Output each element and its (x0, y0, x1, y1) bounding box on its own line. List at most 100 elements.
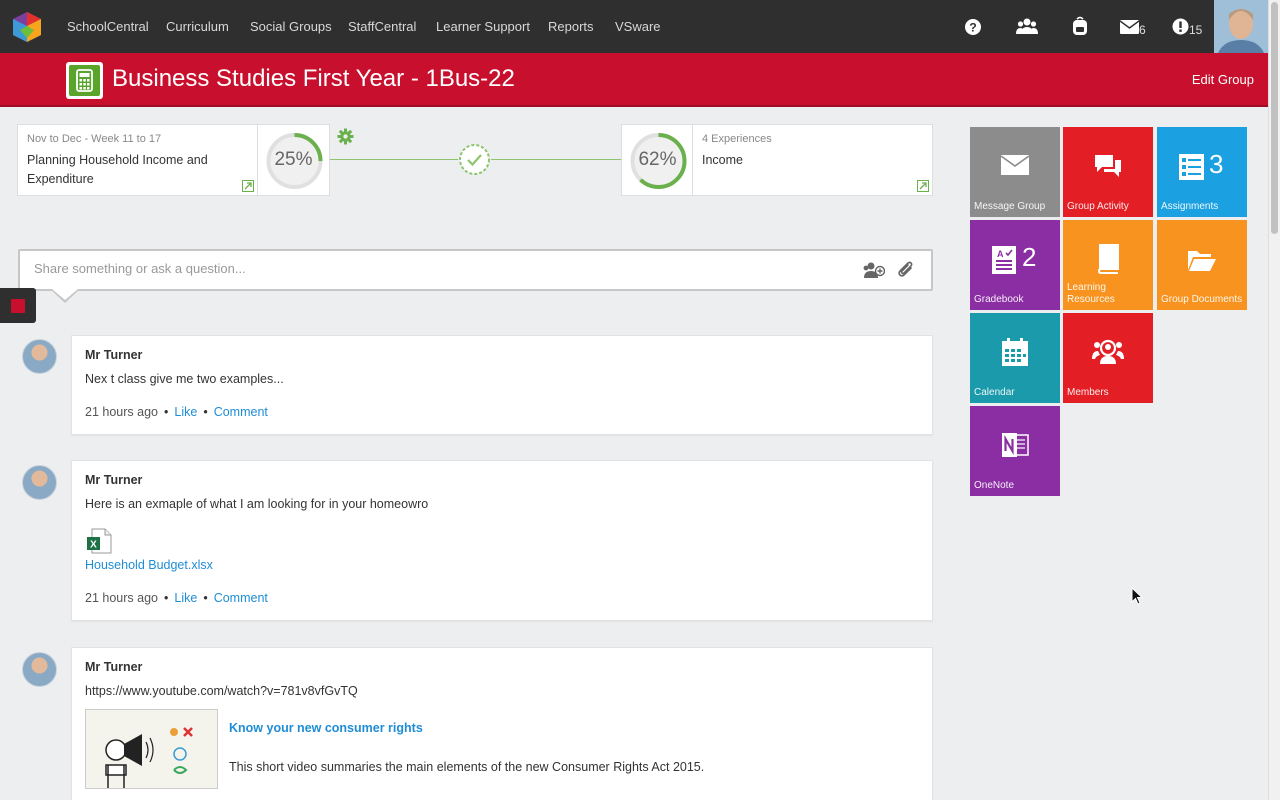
share-with-people-icon[interactable] (863, 261, 885, 279)
envelope-icon (1000, 155, 1030, 175)
onenote-icon (1002, 433, 1029, 457)
onenote-tile[interactable]: OneNote (970, 406, 1060, 496)
video-description: This short video summaries the main elem… (229, 760, 705, 774)
alert-count: 15 (1189, 23, 1203, 37)
comment-link[interactable]: Comment (214, 405, 268, 419)
alert-icon[interactable] (1172, 18, 1189, 35)
tile-label: Gradebook (974, 294, 1024, 305)
unit-date-range: Nov to Dec - Week 11 to 17 (27, 133, 162, 145)
video-thumbnail[interactable] (85, 709, 218, 789)
svg-text:A: A (997, 249, 1004, 259)
tile-label: OneNote (974, 480, 1015, 491)
help-icon[interactable]: ? (964, 18, 982, 36)
current-progress-label: 25% (274, 149, 313, 170)
compose-pointer-inner (52, 289, 78, 300)
tile-label: Group Activity (1067, 201, 1129, 212)
post-body[interactable]: https://www.youtube.com/watch?v=781v8vfG… (85, 684, 358, 698)
post-footer: 21 hours ago • Like • Comment (85, 591, 268, 605)
mail-icon[interactable] (1120, 20, 1139, 34)
nav-learner-support[interactable]: Learner Support (436, 0, 530, 53)
open-external-icon[interactable] (242, 180, 254, 192)
next-progress-label: 62% (638, 149, 677, 170)
unit-experiences: 4 Experiences (702, 133, 772, 145)
progress-line-right (491, 159, 622, 160)
post-author[interactable]: Mr Turner (85, 348, 142, 362)
scrollbar-thumb[interactable] (1271, 2, 1278, 234)
edit-group-link[interactable]: Edit Group (1192, 72, 1254, 87)
calendar-tile[interactable]: Calendar (970, 313, 1060, 403)
nav-curriculum[interactable]: Curriculum (166, 0, 229, 53)
svg-text:X: X (90, 540, 97, 551)
unit-title: Planning Household Income and Expenditur… (27, 153, 208, 186)
compose-box (18, 249, 933, 291)
author-avatar[interactable] (22, 339, 57, 374)
author-avatar[interactable] (22, 465, 57, 500)
school-logo-icon[interactable] (10, 10, 44, 44)
group-header: Business Studies First Year - 1Bus-22 Ed… (0, 53, 1268, 107)
learning-resources-tile[interactable]: Learning Resources (1063, 220, 1153, 310)
progress-line-left (330, 159, 458, 160)
attachment-link[interactable]: Household Budget.xlsx (85, 558, 213, 572)
chat-bubbles-icon (1095, 155, 1121, 177)
tile-label: Learning Resources (1067, 282, 1115, 305)
author-avatar[interactable] (22, 652, 57, 687)
post-author[interactable]: Mr Turner (85, 473, 142, 487)
tile-label: Calendar (974, 387, 1015, 398)
tile-label: Message Group (974, 201, 1046, 212)
post-footer: 21 hours ago • Like • Comment (85, 405, 268, 419)
gradebook-count: 2 (1022, 242, 1037, 272)
nav-social-groups[interactable]: Social Groups (250, 0, 332, 53)
feed-post: Mr Turner Here is an exmaple of what I a… (71, 460, 933, 621)
next-unit-card[interactable]: 4 Experiences Income (692, 124, 933, 196)
post-time: 21 hours ago (85, 591, 158, 605)
members-tile[interactable]: Members (1063, 313, 1153, 403)
side-record-tab[interactable] (0, 288, 36, 323)
assignments-tile[interactable]: 3 Assignments (1157, 127, 1247, 217)
tile-label: Group Documents (1161, 294, 1243, 305)
page-scrollbar[interactable] (1268, 0, 1280, 800)
top-nav: SchoolCentral Curriculum Social Groups S… (0, 0, 1268, 53)
tile-label: Members (1067, 387, 1109, 398)
calculator-icon (66, 62, 103, 99)
like-link[interactable]: Like (174, 405, 197, 419)
backpack-icon[interactable] (1071, 16, 1089, 36)
message-group-tile[interactable]: Message Group (970, 127, 1060, 217)
current-unit-card[interactable]: Nov to Dec - Week 11 to 17 Planning Hous… (17, 124, 259, 196)
calendar-icon (1002, 338, 1028, 366)
post-author[interactable]: Mr Turner (85, 660, 142, 674)
post-body: Here is an exmaple of what I am looking … (85, 497, 429, 511)
milestone-check-icon (459, 144, 490, 175)
post-body: Nex t class give me two examples... (85, 372, 284, 386)
checklist-icon (1179, 154, 1204, 180)
groups-icon[interactable] (1016, 17, 1038, 35)
group-documents-tile[interactable]: Group Documents (1157, 220, 1247, 310)
post-time: 21 hours ago (85, 405, 158, 419)
nav-vsware[interactable]: VSware (615, 0, 661, 53)
folder-open-icon (1188, 251, 1216, 271)
feed-post: Mr Turner Nex t class give me two exampl… (71, 335, 933, 435)
nav-reports[interactable]: Reports (548, 0, 594, 53)
mouse-cursor-icon (1131, 587, 1143, 605)
excel-file-icon[interactable]: X (86, 528, 112, 554)
gradebook-icon: A (992, 246, 1016, 274)
user-avatar[interactable] (1214, 0, 1268, 53)
video-title-link[interactable]: Know your new consumer rights (229, 721, 423, 735)
open-external-icon[interactable] (917, 180, 929, 192)
stop-record-icon (11, 299, 25, 313)
mail-count: 6 (1139, 23, 1146, 37)
members-icon (1092, 339, 1124, 364)
tile-label: Assignments (1161, 201, 1219, 212)
compose-input[interactable] (34, 261, 814, 276)
group-activity-tile[interactable]: Group Activity (1063, 127, 1153, 217)
comment-link[interactable]: Comment (214, 591, 268, 605)
nav-schoolcentral[interactable]: SchoolCentral (67, 0, 149, 53)
settings-gear-icon[interactable] (337, 128, 354, 145)
gradebook-tile[interactable]: A 2 Gradebook (970, 220, 1060, 310)
unit-title: Income (702, 153, 743, 167)
nav-staffcentral[interactable]: StaffCentral (348, 0, 416, 53)
like-link[interactable]: Like (174, 591, 197, 605)
attachment-paperclip-icon[interactable] (897, 260, 915, 280)
current-progress-ring: 25% (257, 124, 330, 196)
book-icon (1097, 244, 1119, 274)
svg-text:?: ? (969, 21, 976, 35)
